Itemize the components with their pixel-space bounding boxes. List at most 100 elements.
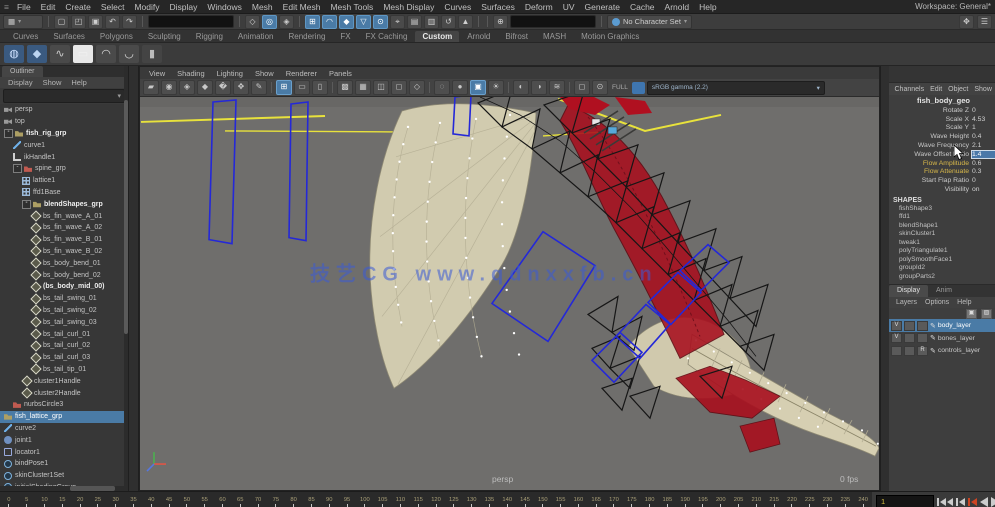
outliner-item-joint1[interactable]: joint1: [0, 434, 128, 446]
perspective-viewport[interactable]: ViewShadingLightingShowRendererPanels ▰◉…: [139, 66, 880, 491]
shelf-button-circle[interactable]: ◠: [96, 45, 116, 63]
outliner-item-bs-tail-curl-03[interactable]: bs_tail_curl_03: [0, 352, 128, 364]
time-tick-225[interactable]: 225: [801, 492, 819, 507]
display-type-toggle[interactable]: [917, 333, 928, 343]
shelf-button-mesh[interactable]: ◆: [27, 45, 47, 63]
menu-curves[interactable]: Curves: [439, 2, 476, 12]
time-tick-50[interactable]: 50: [178, 492, 196, 507]
time-tick-125[interactable]: 125: [445, 492, 463, 507]
channel-value-field[interactable]: 1: [972, 124, 995, 131]
shelf-tab-polygons[interactable]: Polygons: [93, 31, 140, 42]
channel-box-menu-edit[interactable]: Edit: [928, 86, 945, 93]
outliner-item-bs-tail-curl-01[interactable]: bs_tail_curl_01: [0, 328, 128, 340]
2d-pan-zoom-icon[interactable]: ✥: [233, 80, 249, 95]
viewport-menu-view[interactable]: View: [144, 69, 170, 78]
outliner-item-ffd1base[interactable]: ffd1Base: [0, 187, 128, 199]
time-slider-ticks[interactable]: 0510152025303540455055606570758085909510…: [0, 492, 872, 507]
time-tick-215[interactable]: 215: [765, 492, 783, 507]
time-tick-175[interactable]: 175: [623, 492, 641, 507]
isolate-select-icon[interactable]: ⊙: [592, 80, 608, 95]
time-tick-85[interactable]: 85: [303, 492, 321, 507]
snap-curve-icon[interactable]: ◠: [322, 15, 337, 29]
outliner-item-ikhandle1[interactable]: ikHandle1: [0, 151, 128, 163]
character-set-dropdown[interactable]: No Character Set▾: [607, 15, 692, 29]
outliner-item-bs-fin-wave-a-01[interactable]: bs_fin_wave_A_01: [0, 210, 128, 222]
time-tick-10[interactable]: 10: [36, 492, 54, 507]
play-backwards-button[interactable]: [980, 497, 988, 507]
viewport-menu-lighting[interactable]: Lighting: [212, 69, 248, 78]
safe-action-icon[interactable]: ◫: [373, 80, 389, 95]
time-tick-30[interactable]: 30: [107, 492, 125, 507]
display-type-toggle[interactable]: [917, 321, 928, 331]
channel-scale-x[interactable]: Scale X4.53: [889, 115, 995, 124]
menu-set-dropdown[interactable]: ▦▾: [3, 15, 43, 29]
visibility-toggle[interactable]: [891, 346, 902, 356]
quick-select-icon[interactable]: ⊕: [493, 15, 508, 29]
grease-pencil-icon[interactable]: ✎: [251, 80, 267, 95]
channel-value-field[interactable]: on: [972, 186, 995, 193]
display-type-toggle[interactable]: R: [917, 346, 928, 356]
outliner-item-bs-fin-wave-b-01[interactable]: bs_fin_wave_B_01: [0, 234, 128, 246]
outliner-item-blendshapes-grp[interactable]: -blendShapes_grp: [0, 198, 128, 210]
time-tick-75[interactable]: 75: [267, 492, 285, 507]
outliner-item-bs-body-mid-00[interactable]: (bs_body_mid_00): [0, 281, 128, 293]
menu-arnold[interactable]: Arnold: [660, 2, 695, 12]
layer-menu-options[interactable]: Options: [922, 299, 952, 306]
numeric-input-field[interactable]: [510, 15, 596, 28]
outliner-tab[interactable]: Outliner: [2, 66, 43, 77]
channel-start-flap-ratio[interactable]: Start Flap Ratio0: [889, 176, 995, 185]
make-live-icon[interactable]: ⊙: [373, 15, 388, 29]
shape-item-polytriangulate1[interactable]: polyTriangulate1: [889, 247, 995, 256]
viewport-scene[interactable]: 技艺CG www.qdnxxfb.cn persp 0 fps: [140, 97, 879, 490]
time-tick-180[interactable]: 180: [641, 492, 659, 507]
outliner-item-curve1[interactable]: curve1: [0, 139, 128, 151]
time-tick-200[interactable]: 200: [712, 492, 730, 507]
viewport-menu-renderer[interactable]: Renderer: [281, 69, 322, 78]
time-tick-60[interactable]: 60: [214, 492, 232, 507]
time-tick-0[interactable]: 0: [0, 492, 18, 507]
menu-cache[interactable]: Cache: [625, 2, 660, 12]
viewport-menu-panels[interactable]: Panels: [324, 69, 357, 78]
time-tick-205[interactable]: 205: [730, 492, 748, 507]
viewport-menu-shading[interactable]: Shading: [172, 69, 210, 78]
filter-icon[interactable]: ▾: [117, 92, 121, 100]
view-transform-dropdown[interactable]: sRGB gamma (2.2)▾: [647, 81, 825, 95]
channel-box-node-name[interactable]: fish_body_geo: [889, 95, 995, 106]
channel-value-field[interactable]: 4.53: [972, 116, 995, 123]
time-tick-40[interactable]: 40: [142, 492, 160, 507]
outliner-item-fish-rig-grp[interactable]: -fish_rig_grp: [0, 128, 128, 140]
shelf-tab-fx-caching[interactable]: FX Caching: [359, 31, 415, 42]
time-tick-20[interactable]: 20: [71, 492, 89, 507]
outliner-search-input[interactable]: ▾: [3, 89, 125, 103]
snap-grid-icon[interactable]: ⊞: [305, 15, 320, 29]
shelf-button-plane[interactable]: ▭: [73, 45, 93, 63]
expander-icon[interactable]: -: [13, 164, 22, 173]
play-forward-button[interactable]: [991, 497, 995, 507]
channel-value-field[interactable]: 2.1: [972, 142, 995, 149]
new-empty-layer-icon[interactable]: ▣: [966, 309, 977, 319]
channel-flow-attenuate[interactable]: Flow Attenuate0.3: [889, 168, 995, 177]
menu-modify[interactable]: Modify: [129, 2, 164, 12]
shape-item-groupparts2[interactable]: groupParts2: [889, 273, 995, 282]
time-tick-105[interactable]: 105: [374, 492, 392, 507]
time-tick-190[interactable]: 190: [676, 492, 694, 507]
outliner-item-fish-lattice-grp[interactable]: fish_lattice_grp: [0, 411, 128, 423]
snap-point-icon[interactable]: ◆: [339, 15, 354, 29]
time-tick-135[interactable]: 135: [481, 492, 499, 507]
shelf-tab-fx[interactable]: FX: [333, 31, 357, 42]
shelf-tab-rendering[interactable]: Rendering: [281, 31, 332, 42]
shaded-icon[interactable]: ●: [452, 80, 468, 95]
outliner-item-spine-grp[interactable]: -spine_grp: [0, 163, 128, 175]
camera-attributes-icon[interactable]: ◈: [179, 80, 195, 95]
outliner-hscrollbar[interactable]: [0, 486, 128, 491]
panel-divider-right[interactable]: [880, 66, 889, 491]
shape-item-polysmoothface1[interactable]: polySmoothFace1: [889, 256, 995, 265]
step-back-button[interactable]: [956, 498, 965, 506]
shape-item-tweak1[interactable]: tweak1: [889, 239, 995, 248]
shelf-button-curve[interactable]: ∿: [50, 45, 70, 63]
viewport-menu-show[interactable]: Show: [250, 69, 279, 78]
time-tick-155[interactable]: 155: [552, 492, 570, 507]
outliner-item-bs-fin-wave-a-02[interactable]: bs_fin_wave_A_02: [0, 222, 128, 234]
outliner-menu-help[interactable]: Help: [67, 78, 90, 87]
channel-box-menu-object[interactable]: Object: [946, 86, 971, 93]
